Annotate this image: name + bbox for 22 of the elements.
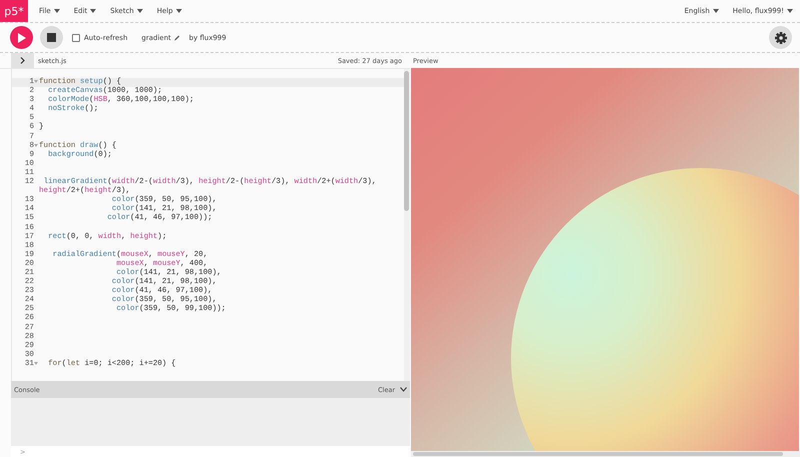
scrollbar-thumb[interactable] <box>413 452 783 456</box>
chevron-down-icon[interactable] <box>400 387 407 392</box>
caret-icon <box>90 9 96 13</box>
chevron-right-icon <box>20 57 25 64</box>
p5-logo[interactable]: p5* <box>0 0 28 22</box>
sidebar-toggle-button[interactable] <box>11 53 34 68</box>
settings-button[interactable] <box>769 26 792 49</box>
settings-icon <box>774 32 786 44</box>
stop-button[interactable] <box>40 26 63 49</box>
play-button[interactable] <box>10 26 33 49</box>
pencil-icon <box>174 34 180 40</box>
fold-arrow-icon[interactable] <box>34 362 38 366</box>
play-icon <box>17 32 26 42</box>
caret-icon <box>54 9 60 13</box>
caret-icon <box>787 9 793 13</box>
caret-icon <box>176 9 182 13</box>
caret-icon <box>712 9 719 13</box>
stop-icon <box>47 33 56 42</box>
scrollbar-thumb[interactable] <box>404 71 409 211</box>
fold-arrow-icon[interactable] <box>34 144 38 148</box>
checkbox[interactable] <box>72 34 80 42</box>
caret-icon <box>136 9 143 13</box>
